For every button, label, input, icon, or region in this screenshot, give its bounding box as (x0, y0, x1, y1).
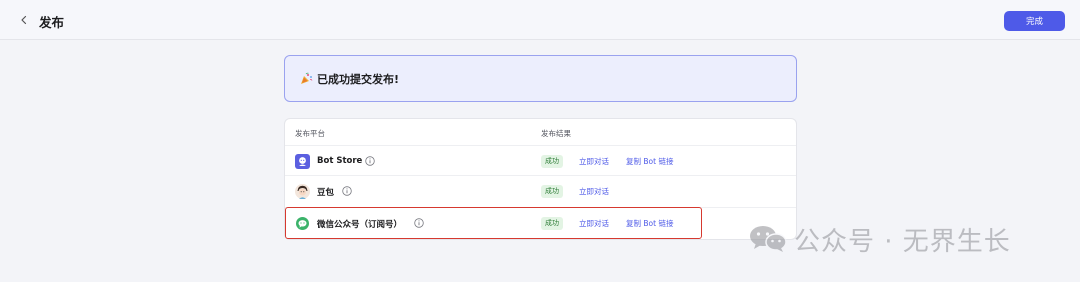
info-icon[interactable] (365, 156, 375, 166)
copy-bot-link[interactable]: 复制 Bot 链接 (626, 156, 673, 167)
column-header-platform: 发布平台 (295, 129, 325, 138)
bot-store-icon (295, 154, 310, 169)
copy-bot-link[interactable]: 复制 Bot 链接 (626, 218, 673, 229)
publish-result-table: 发布平台 发布结果 Bot Store 成功 立即对话 复制 Bot 链接 豆包… (284, 118, 797, 240)
table-row-doubao: 豆包 成功 立即对话 (285, 175, 796, 205)
party-popper-icon (301, 72, 313, 84)
page-title: 发布 (39, 15, 65, 30)
done-button[interactable]: 完成 (1004, 11, 1065, 31)
watermark: 公众号 · 无界生长 (748, 221, 1011, 257)
wechat-icon (296, 217, 309, 230)
chat-now-link[interactable]: 立即对话 (579, 218, 609, 229)
back-button[interactable] (14, 10, 34, 30)
status-badge: 成功 (541, 217, 563, 230)
success-banner: 已成功提交发布! (284, 55, 797, 102)
status-badge: 成功 (541, 185, 563, 198)
table-row-wechat-official: 微信公众号（订阅号） 成功 立即对话 复制 Bot 链接 (285, 207, 796, 237)
info-icon[interactable] (414, 218, 424, 228)
chevron-left-icon (21, 15, 27, 25)
platform-name: 豆包 (317, 188, 335, 198)
status-badge: 成功 (541, 155, 563, 168)
column-header-result: 发布结果 (541, 129, 571, 138)
table-row-bot-store: Bot Store 成功 立即对话 复制 Bot 链接 (285, 145, 796, 175)
platform-name: 微信公众号（订阅号） (317, 220, 403, 230)
doubao-avatar-icon (295, 184, 310, 199)
top-bar: 发布 完成 (0, 0, 1080, 40)
success-message: 已成功提交发布! (317, 72, 400, 86)
chat-now-link[interactable]: 立即对话 (579, 156, 609, 167)
info-icon[interactable] (342, 186, 352, 196)
watermark-text: 公众号 · 无界生长 (794, 226, 1011, 257)
wechat-logo-icon (750, 226, 787, 252)
platform-name: Bot Store (317, 156, 363, 166)
chat-now-link[interactable]: 立即对话 (579, 186, 609, 197)
